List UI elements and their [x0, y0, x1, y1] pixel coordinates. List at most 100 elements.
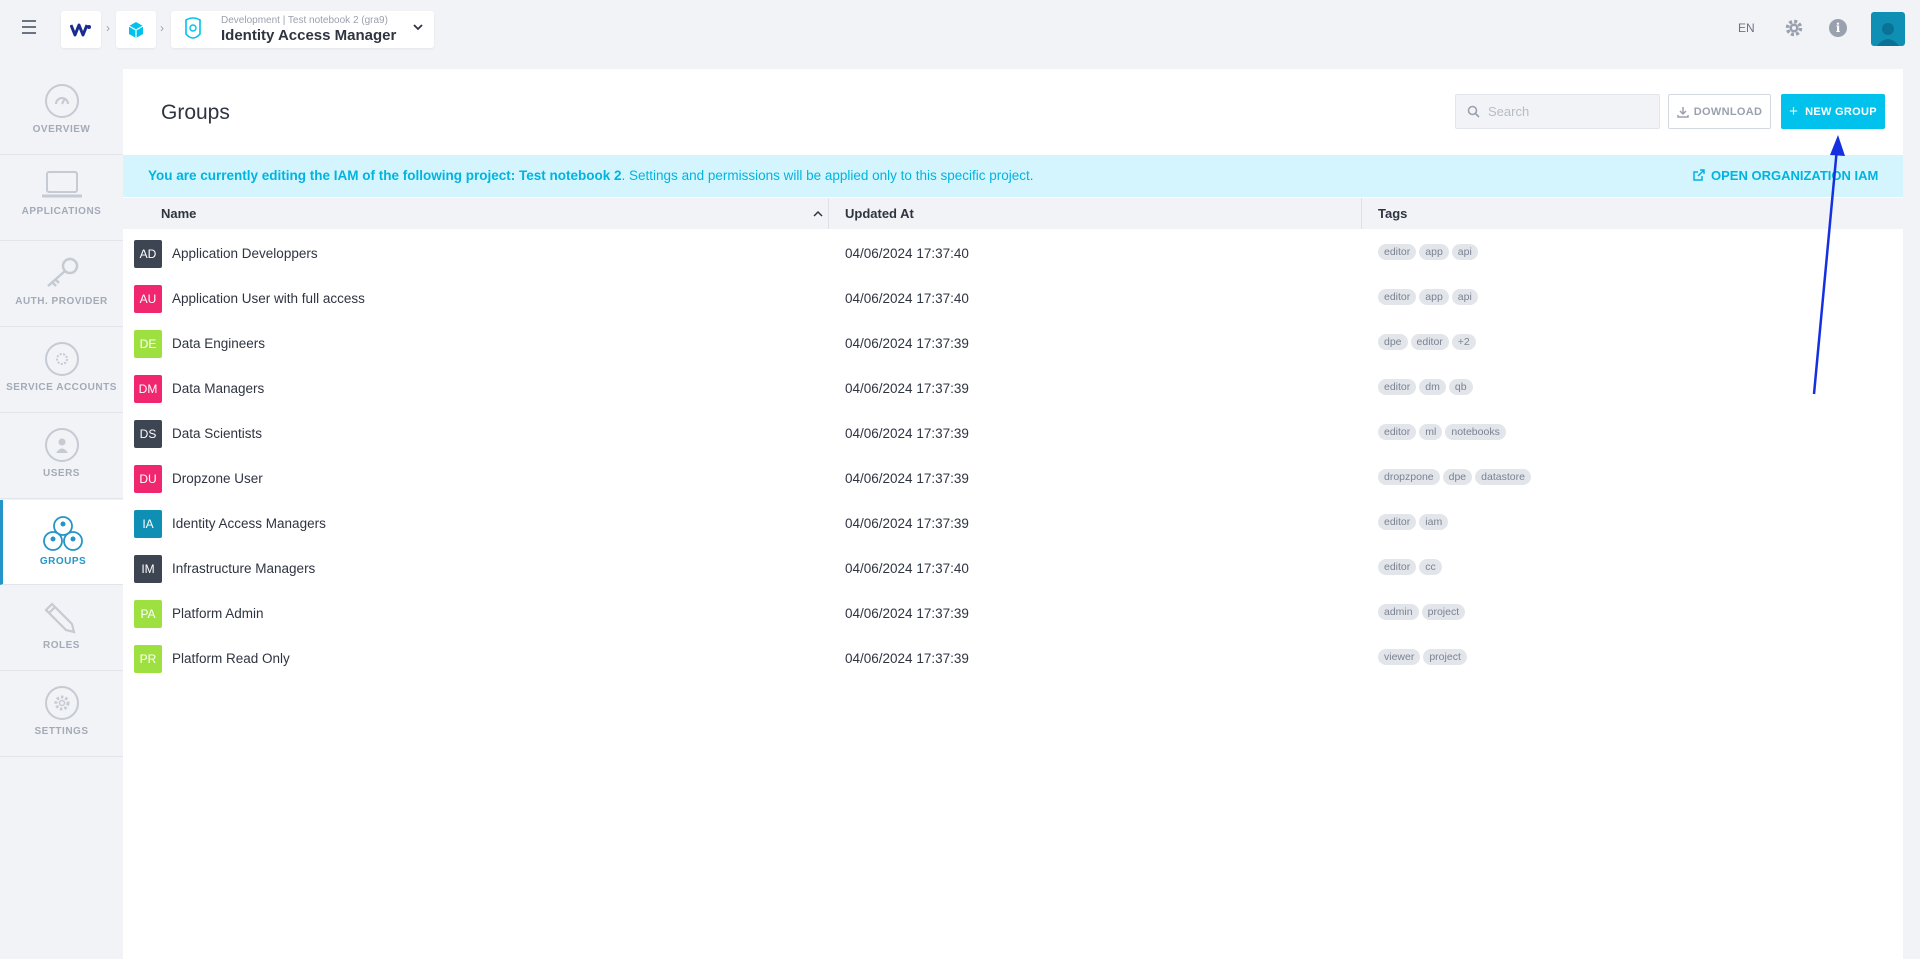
menu-icon[interactable]: [22, 20, 42, 36]
new-group-button[interactable]: + NEW GROUP: [1781, 94, 1885, 129]
tag-chip: editor: [1378, 559, 1417, 575]
table-header: Name Updated At Tags: [123, 198, 1903, 229]
table-row[interactable]: PA Platform Admin 04/06/2024 17:37:39 admin…: [123, 589, 1903, 634]
group-updated-at: 04/06/2024 17:37:40: [845, 561, 969, 576]
column-header-name[interactable]: Name: [161, 206, 196, 221]
open-organization-iam-link[interactable]: OPEN ORGANIZATION IAM: [1693, 168, 1878, 183]
group-avatar: DS: [134, 420, 162, 448]
group-name[interactable]: Application User with full access: [172, 291, 365, 306]
group-updated-at: 04/06/2024 17:37:39: [845, 606, 969, 621]
group-name[interactable]: Identity Access Managers: [172, 516, 326, 531]
sidebar-item-label: GROUPS: [39, 556, 87, 567]
table-row[interactable]: IA Identity Access Managers 04/06/2024 17:…: [123, 499, 1903, 544]
sidebar-item-applications[interactable]: APPLICATIONS: [0, 156, 123, 241]
sidebar-item-settings[interactable]: SETTINGS: [0, 672, 123, 757]
language-selector[interactable]: EN: [1738, 21, 1755, 35]
tag-chip: dpe: [1378, 334, 1408, 350]
group-avatar: IM: [134, 555, 162, 583]
tag-chip: ml: [1419, 424, 1443, 440]
group-avatar: DU: [134, 465, 162, 493]
group-avatar: PA: [134, 600, 162, 628]
group-name[interactable]: Data Engineers: [172, 336, 265, 351]
table-row[interactable]: DS Data Scientists 04/06/2024 17:37:39 edit…: [123, 409, 1903, 454]
iam-app-icon: [185, 17, 201, 39]
group-name[interactable]: Data Scientists: [172, 426, 262, 441]
group-name[interactable]: Data Managers: [172, 381, 264, 396]
group-name[interactable]: Application Developpers: [172, 246, 318, 261]
group-tags: editor app api: [1378, 244, 1478, 260]
tag-chip: dm: [1419, 379, 1446, 395]
project-path: Development | Test notebook 2 (gra9): [221, 15, 388, 26]
sidebar-item-auth-provider[interactable]: AUTH. PROVIDER: [0, 242, 123, 327]
group-updated-at: 04/06/2024 17:37:40: [845, 291, 969, 306]
table-row[interactable]: AU Application User with full access 04/06…: [123, 274, 1903, 319]
search-input[interactable]: [1488, 104, 1648, 119]
search-box[interactable]: [1455, 94, 1660, 129]
breadcrumb-separator-icon: ›: [160, 21, 164, 35]
tag-chip: cc: [1419, 559, 1442, 575]
logo-button[interactable]: [61, 11, 101, 48]
sidebar-item-label: AUTH. PROVIDER: [15, 296, 108, 307]
key-icon: [46, 257, 78, 287]
search-icon: [1467, 105, 1480, 118]
group-tags: editor iam: [1378, 514, 1449, 530]
table-row[interactable]: DM Data Managers 04/06/2024 17:37:39 editor…: [123, 364, 1903, 409]
tag-chip: editor: [1378, 244, 1417, 260]
groups-icon: [43, 516, 83, 551]
group-tags: viewer project: [1378, 649, 1467, 665]
sidebar-item-label: USERS: [43, 468, 80, 479]
project-cube-button[interactable]: [116, 11, 156, 48]
group-updated-at: 04/06/2024 17:37:39: [845, 471, 969, 486]
group-tags: editor app api: [1378, 289, 1478, 305]
download-button[interactable]: DOWNLOAD: [1668, 94, 1771, 129]
sidebar: OVERVIEW APPLICATIONS AUTH. PROVIDER SER…: [0, 70, 123, 757]
sidebar-item-groups[interactable]: GROUPS: [0, 500, 123, 585]
table-row[interactable]: IM Infrastructure Managers 04/06/2024 17:3…: [123, 544, 1903, 589]
group-name[interactable]: Dropzone User: [172, 471, 263, 486]
sidebar-item-overview[interactable]: OVERVIEW: [0, 70, 123, 155]
banner-rest-text: . Settings and permissions will be appli…: [621, 168, 1034, 183]
project-iam-banner: You are currently editing the IAM of the…: [123, 155, 1903, 197]
main-panel: Groups DOWNLOAD + NEW GROUP You are curr…: [123, 69, 1903, 959]
column-header-tags[interactable]: Tags: [1378, 206, 1407, 221]
page-title: Groups: [161, 101, 230, 124]
service-account-icon: [44, 342, 79, 376]
column-divider[interactable]: [828, 198, 829, 229]
download-label: DOWNLOAD: [1693, 105, 1763, 118]
group-name[interactable]: Platform Admin: [172, 606, 264, 621]
group-name[interactable]: Infrastructure Managers: [172, 561, 315, 576]
chevron-up-icon[interactable]: [813, 207, 823, 222]
table-row[interactable]: DE Data Engineers 04/06/2024 17:37:39 dpe ed…: [123, 319, 1903, 364]
tag-chip: dpe: [1442, 469, 1473, 485]
sidebar-item-roles[interactable]: ROLES: [0, 586, 123, 671]
group-avatar: PR: [134, 645, 162, 673]
group-name[interactable]: Platform Read Only: [172, 651, 290, 666]
app-switcher[interactable]: Development | Test notebook 2 (gra9) Ide…: [171, 11, 434, 48]
tag-chip: editor: [1378, 379, 1417, 395]
tag-chip: app: [1419, 289, 1449, 305]
settings-icon: [44, 686, 79, 720]
table-row[interactable]: AD Application Developpers 04/06/2024 17:3…: [123, 229, 1903, 274]
table-row[interactable]: PR Platform Read Only 04/06/2024 17:37:39 v…: [123, 634, 1903, 679]
gear-icon[interactable]: [1784, 18, 1804, 43]
app-title: Identity Access Manager: [221, 27, 397, 44]
chevron-down-icon[interactable]: [412, 21, 424, 36]
cube-icon: [128, 21, 144, 38]
column-header-updated-at[interactable]: Updated At: [845, 206, 914, 221]
laptop-icon: [41, 171, 82, 198]
tag-chip: editor: [1378, 514, 1417, 530]
breadcrumb-separator-icon: ›: [106, 21, 110, 35]
group-tags: editor cc: [1378, 559, 1442, 575]
info-icon[interactable]: i: [1829, 19, 1847, 37]
banner-bold-text: You are currently editing the IAM of the…: [148, 168, 622, 183]
gauge-icon: [44, 84, 79, 118]
tag-chip: api: [1451, 289, 1478, 305]
group-avatar: AU: [134, 285, 162, 313]
user-avatar[interactable]: [1871, 12, 1905, 46]
tag-chip: project: [1423, 649, 1467, 665]
sidebar-item-service-accounts[interactable]: SERVICE ACCOUNTS: [0, 328, 123, 413]
table-row[interactable]: DU Dropzone User 04/06/2024 17:37:39 dropzp…: [123, 454, 1903, 499]
column-divider[interactable]: [1361, 198, 1362, 229]
user-icon: [1877, 23, 1899, 46]
sidebar-item-users[interactable]: USERS: [0, 414, 123, 499]
